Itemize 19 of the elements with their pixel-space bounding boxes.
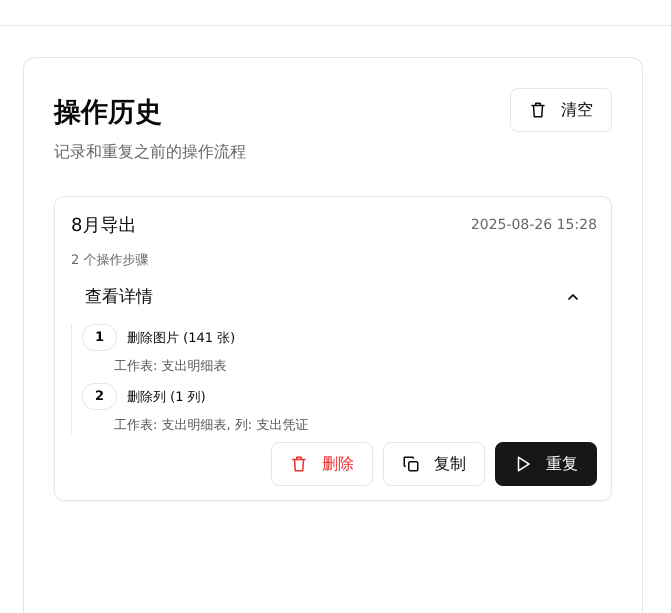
delete-button[interactable]: 删除 <box>271 442 373 486</box>
clear-button[interactable]: 清空 <box>510 88 612 132</box>
history-time: 2025-08-26 15:28 <box>470 217 597 233</box>
copy-button[interactable]: 复制 <box>383 442 485 486</box>
page-subtitle: 记录和重复之前的操作流程 <box>54 142 246 163</box>
step-number: 1 <box>82 324 117 351</box>
replay-button[interactable]: 重复 <box>495 442 597 486</box>
trash-icon <box>290 455 308 473</box>
copy-icon <box>402 455 420 473</box>
trash-icon <box>529 101 547 119</box>
step-count: 2 个操作步骤 <box>71 252 150 269</box>
step-action: 删除列 (1 列) <box>127 388 206 406</box>
step-detail: 工作表: 支出明细表 <box>114 358 228 375</box>
page-title: 操作历史 <box>54 96 163 130</box>
step-number: 2 <box>82 383 117 410</box>
step-action: 删除图片 (141 张) <box>127 330 236 346</box>
history-name: 8月导出 <box>71 214 136 237</box>
step-detail: 工作表: 支出明细表, 列: 支出凭证 <box>114 417 310 434</box>
details-toggle[interactable]: 查看详情 <box>71 269 597 324</box>
